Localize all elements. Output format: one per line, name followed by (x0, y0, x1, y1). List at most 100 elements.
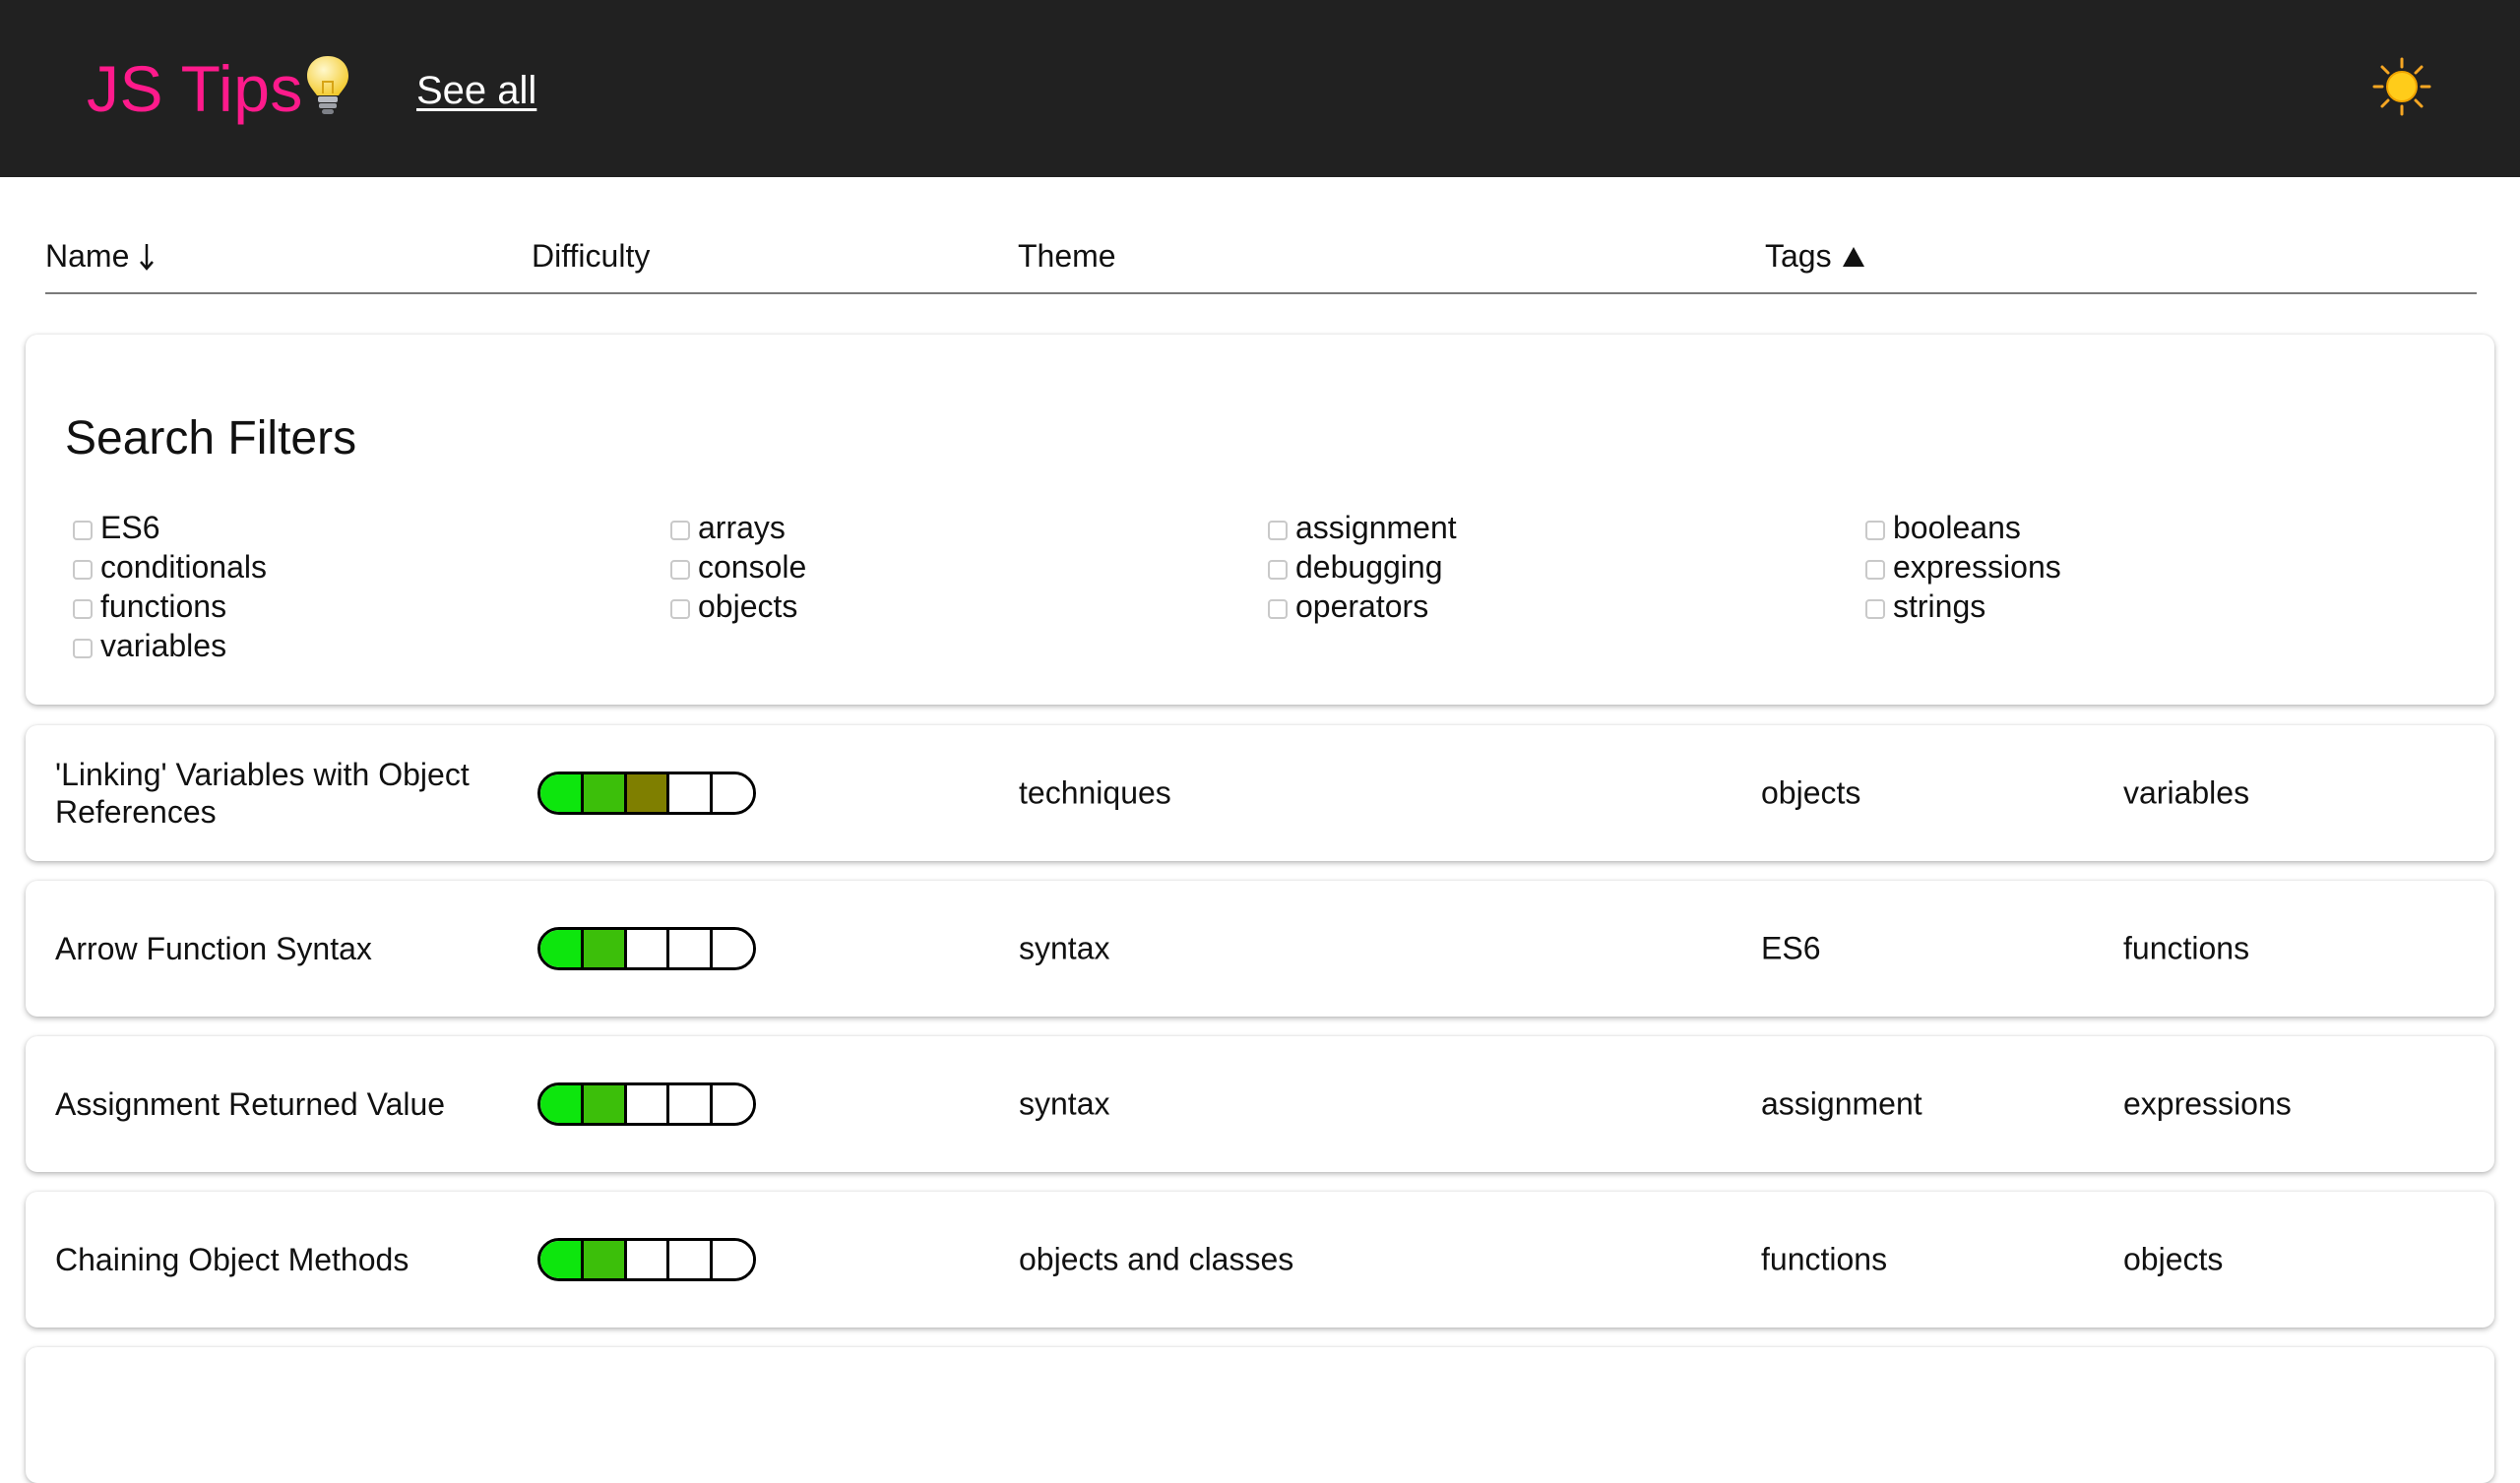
difficulty-segment (669, 774, 714, 812)
filter-booleans[interactable]: booleans (1865, 510, 2021, 546)
tip-row[interactable]: Assignment Returned Value syntax assignm… (26, 1036, 2494, 1172)
difficulty-segment (583, 930, 627, 967)
tip-theme: objects and classes (1019, 1241, 1294, 1277)
difficulty-segment (540, 930, 584, 967)
tip-name: Chaining Object Methods (55, 1242, 410, 1277)
tip-tag: objects (1761, 774, 1861, 811)
tip-theme: syntax (1019, 930, 1110, 966)
difficulty-segment (713, 774, 753, 812)
tip-name: Assignment Returned Value (55, 1086, 446, 1122)
difficulty-meter (537, 1238, 756, 1281)
arrow-down-icon (140, 243, 155, 271)
column-header-theme-label: Theme (1018, 238, 1116, 274)
filter-label: variables (100, 628, 227, 663)
filter-checkbox[interactable] (73, 638, 93, 658)
tip-row[interactable]: Chaining Object Methods objects and clas… (26, 1192, 2494, 1328)
filter-label: arrays (698, 510, 786, 545)
filter-variables[interactable]: variables (73, 628, 226, 664)
filter-checkbox[interactable] (670, 598, 690, 619)
filter-functions[interactable]: functions (73, 588, 226, 625)
filter-label: assignment (1295, 510, 1457, 545)
difficulty-segment (626, 1085, 670, 1123)
filter-label: expressions (1893, 549, 2061, 585)
difficulty-segment (669, 1085, 714, 1123)
column-header-difficulty[interactable]: Difficulty (532, 238, 650, 275)
filter-checkbox[interactable] (1268, 559, 1288, 580)
difficulty-segment (626, 930, 670, 967)
filter-checkbox[interactable] (73, 559, 93, 580)
filter-label: strings (1893, 588, 1986, 624)
tip-theme: syntax (1019, 1085, 1110, 1122)
light-bulb-icon (307, 56, 348, 114)
search-filters-panel: Search Filters ES6 conditionals function… (26, 335, 2494, 705)
tip-row[interactable]: Arrow Function Syntax syntax ES6 functio… (26, 881, 2494, 1017)
filter-label: operators (1295, 588, 1429, 624)
filter-label: console (698, 549, 807, 585)
filter-label: objects (698, 588, 798, 624)
difficulty-segment (626, 774, 670, 812)
tip-name: Arrow Function Syntax (55, 931, 372, 966)
tip-name: 'Linking' Variables with Object Referenc… (55, 757, 470, 830)
filter-console[interactable]: console (670, 549, 806, 586)
filter-assignment[interactable]: assignment (1268, 510, 1457, 546)
difficulty-meter (537, 927, 756, 970)
filter-checkbox[interactable] (73, 520, 93, 540)
tip-row[interactable]: 'Linking' Variables with Object Referenc… (26, 725, 2494, 861)
column-header-tags-label: Tags (1765, 238, 1832, 274)
difficulty-segment (669, 930, 714, 967)
see-all-link[interactable]: See all (416, 69, 536, 113)
difficulty-segment (713, 930, 753, 967)
difficulty-segment (713, 1241, 753, 1278)
filter-label: ES6 (100, 510, 160, 545)
filter-arrays[interactable]: arrays (670, 510, 786, 546)
brand-title[interactable]: JS Tips (87, 49, 303, 128)
difficulty-segment (540, 1085, 584, 1123)
tip-tag: expressions (2123, 1085, 2292, 1122)
difficulty-segment (669, 1241, 714, 1278)
filter-operators[interactable]: operators (1268, 588, 1428, 625)
filter-checkbox[interactable] (1865, 559, 1885, 580)
column-header-name[interactable]: Name (45, 238, 155, 275)
difficulty-segment (583, 1085, 627, 1123)
filter-checkbox[interactable] (73, 598, 93, 619)
filter-objects[interactable]: objects (670, 588, 797, 625)
difficulty-segment (540, 1241, 584, 1278)
filter-strings[interactable]: strings (1865, 588, 1985, 625)
tip-tag: functions (1761, 1241, 1888, 1277)
filter-label: functions (100, 588, 227, 624)
tip-row[interactable] (26, 1347, 2494, 1483)
filter-checkbox[interactable] (670, 559, 690, 580)
tip-tag: objects (2123, 1241, 2224, 1277)
difficulty-segment (583, 774, 627, 812)
triangle-up-icon (1842, 246, 1864, 267)
column-header-tags[interactable]: Tags (1765, 238, 1865, 275)
filter-checkbox[interactable] (1865, 598, 1885, 619)
tip-tag: ES6 (1761, 930, 1821, 966)
column-header-difficulty-label: Difficulty (532, 238, 651, 274)
filter-checkbox[interactable] (1268, 598, 1288, 619)
header-divider (45, 292, 2477, 294)
filter-conditionals[interactable]: conditionals (73, 549, 267, 586)
column-header-theme[interactable]: Theme (1018, 238, 1116, 275)
difficulty-segment (626, 1241, 670, 1278)
filter-checkbox[interactable] (1268, 520, 1288, 540)
tip-tag: functions (2123, 930, 2250, 966)
tip-tag: assignment (1761, 1085, 1922, 1122)
tip-theme: techniques (1019, 774, 1171, 811)
top-bar: JS Tips See all (0, 0, 2520, 177)
difficulty-segment (713, 1085, 753, 1123)
tip-tag: variables (2123, 774, 2250, 811)
filter-checkbox[interactable] (670, 520, 690, 540)
filter-expressions[interactable]: expressions (1865, 549, 2061, 586)
filter-es6[interactable]: ES6 (73, 510, 159, 546)
difficulty-segment (540, 774, 584, 812)
filter-checkbox[interactable] (1865, 520, 1885, 540)
search-filters-title: Search Filters (65, 412, 357, 464)
difficulty-meter (537, 1082, 756, 1126)
difficulty-segment (583, 1241, 627, 1278)
filter-label: booleans (1893, 510, 2021, 545)
column-header-name-label: Name (45, 238, 130, 274)
sun-icon[interactable] (2372, 57, 2431, 116)
difficulty-meter (537, 772, 756, 815)
filter-debugging[interactable]: debugging (1268, 549, 1442, 586)
